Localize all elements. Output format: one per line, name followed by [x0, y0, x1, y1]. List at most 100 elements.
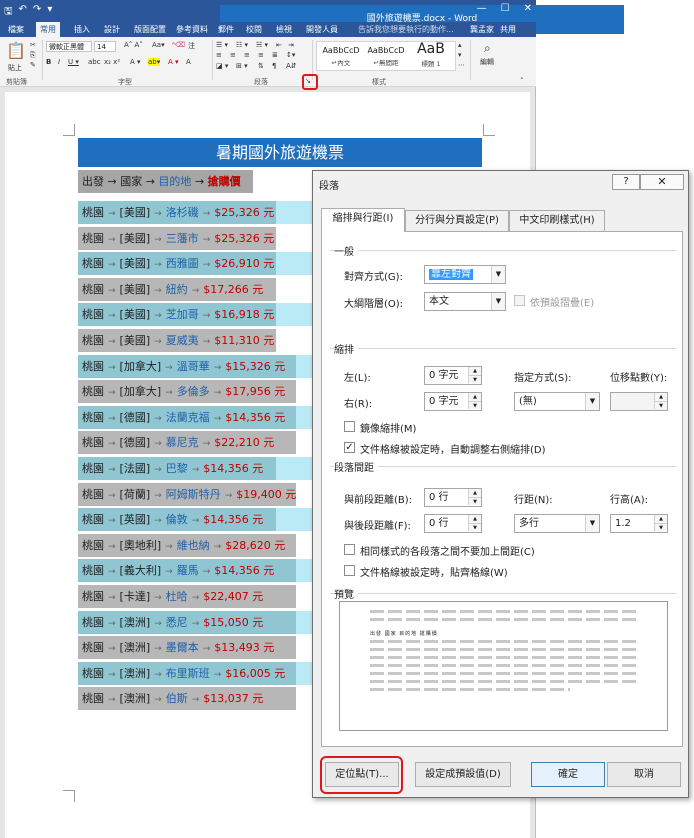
close-button[interactable]: ✕ — [524, 3, 532, 14]
spin-up-icon[interactable]: ▲ — [468, 489, 481, 497]
maximize-button[interactable]: ☐ — [501, 3, 510, 14]
highlight-icon[interactable]: ab▾ — [148, 58, 161, 66]
shading-icon[interactable]: ◪ ▾ — [216, 62, 228, 70]
tab-review[interactable]: 校閱 — [246, 24, 262, 35]
spin-up-icon[interactable]: ▲ — [468, 367, 481, 375]
tab-developer[interactable]: 開發人員 — [306, 24, 338, 35]
tab-view[interactable]: 檢視 — [276, 24, 292, 35]
tell-me-box[interactable]: 告訴我您想要執行的動作... — [358, 24, 454, 35]
spin-down-icon[interactable]: ▼ — [468, 375, 481, 383]
spin-down-icon[interactable]: ▼ — [468, 497, 481, 505]
line-spacing-icon[interactable]: ↕▾ — [286, 51, 295, 59]
spin-up-icon[interactable]: ▲ — [654, 515, 667, 523]
increase-indent-icon[interactable]: ⇥ — [288, 41, 294, 49]
align-left-icon[interactable]: ≡ — [216, 51, 222, 59]
spin-up-icon[interactable]: ▲ — [468, 393, 481, 401]
spin-up-icon[interactable]: ▲ — [468, 515, 481, 523]
spin-down-icon[interactable]: ▼ — [654, 401, 667, 409]
tab-mailings[interactable]: 郵件 — [218, 24, 234, 35]
sort-icon[interactable]: ⇅ — [258, 62, 264, 70]
save-icon[interactable]: 🖫 — [4, 4, 13, 21]
style-normal[interactable]: AaBbCcD ↵內文 — [319, 46, 363, 67]
redo-icon[interactable]: ↷ — [33, 4, 41, 21]
indent-right-spinner[interactable]: 0 字元 ▲ ▼ — [424, 392, 482, 411]
justify-icon[interactable]: ≡ — [258, 51, 264, 59]
line-spacing-select[interactable]: 多行 ▼ — [514, 514, 600, 533]
find-icon[interactable]: ⌕ — [484, 41, 491, 56]
collapse-ribbon-icon[interactable]: ˄ — [520, 77, 524, 85]
tab-layout[interactable]: 版面配置 — [134, 24, 166, 35]
tab-references[interactable]: 參考資料 — [176, 24, 208, 35]
multilevel-icon[interactable]: ☵ ▾ — [256, 41, 268, 49]
styles-more-icon[interactable]: ⋯ — [458, 61, 465, 69]
bold-icon[interactable]: B — [46, 58, 51, 66]
spin-down-icon[interactable]: ▼ — [468, 523, 481, 531]
indent-by-spinner[interactable]: ▲ ▼ — [610, 392, 668, 411]
styles-scroll-up-icon[interactable]: ▴ — [458, 41, 462, 49]
numbering-icon[interactable]: ☷ ▾ — [236, 41, 248, 49]
tab-indents-spacing[interactable]: 縮排與行距(I) — [321, 208, 405, 232]
tab-file[interactable]: 檔案 — [8, 24, 24, 35]
style-no-spacing[interactable]: AaBbCcD ↵無間距 — [364, 46, 408, 67]
italic-icon[interactable]: I — [58, 58, 60, 66]
tab-line-page-breaks[interactable]: 分行與分頁設定(P) — [405, 210, 509, 231]
borders-icon[interactable]: ⊞ ▾ — [236, 62, 248, 70]
spin-up-icon[interactable]: ▲ — [654, 393, 667, 401]
space-before-spinner[interactable]: 0 行 ▲ ▼ — [424, 488, 482, 507]
space-after-spinner[interactable]: 0 行 ▲ ▼ — [424, 514, 482, 533]
user-name[interactable]: 龔孟家 — [470, 24, 494, 35]
cut-icon[interactable]: ✂ — [30, 41, 36, 49]
phonetic-icon[interactable]: 注 — [188, 41, 195, 51]
snap-to-grid-checkbox[interactable] — [344, 565, 355, 576]
minimize-button[interactable]: — — [477, 3, 487, 14]
distributed-icon[interactable]: ≣ — [272, 51, 278, 59]
show-marks-icon[interactable]: ¶ — [272, 62, 276, 70]
alignment-select[interactable]: 靠左對齊 ▼ — [424, 265, 506, 284]
ok-button[interactable]: 確定 — [531, 762, 605, 787]
editing-button[interactable]: 編輯 — [480, 57, 494, 67]
set-as-default-button[interactable]: 設定成預設值(D) — [415, 762, 511, 787]
line-at-spinner[interactable]: 1.2 ▲ ▼ — [610, 514, 668, 533]
outline-level-select[interactable]: 本文 ▼ — [424, 292, 506, 311]
share-button[interactable]: 共用 — [500, 24, 516, 35]
tab-design[interactable]: 設計 — [104, 24, 120, 35]
font-size-combo[interactable]: 14 — [94, 41, 116, 52]
indent-left-spinner[interactable]: 0 字元 ▲ ▼ — [424, 366, 482, 385]
copy-icon[interactable]: ⎘ — [30, 51, 36, 60]
mirror-indents-checkbox[interactable] — [344, 421, 355, 432]
style-heading-1[interactable]: AaB 標題 1 — [409, 42, 453, 68]
strikethrough-icon[interactable]: abc — [88, 58, 101, 66]
paste-button-label[interactable]: 貼上 — [8, 63, 22, 73]
align-center-icon[interactable]: ≡ — [230, 51, 236, 59]
decrease-indent-icon[interactable]: ⇤ — [276, 41, 282, 49]
format-painter-icon[interactable]: ✎ — [30, 61, 36, 69]
underline-icon[interactable]: U ▾ — [68, 58, 79, 66]
collapsed-checkbox[interactable] — [514, 295, 525, 306]
font-name-combo[interactable]: 微軟正黑體 — [46, 41, 92, 52]
grow-font-icon[interactable]: A˄ A˅ — [124, 41, 143, 49]
asian-layout-icon[interactable]: A⇵ — [286, 62, 297, 70]
help-button[interactable]: ? — [612, 174, 640, 190]
font-color-icon[interactable]: A ▾ — [168, 58, 179, 66]
styles-scroll-down-icon[interactable]: ▾ — [458, 51, 462, 59]
tab-insert[interactable]: 插入 — [74, 24, 90, 35]
bullets-icon[interactable]: ☰ ▾ — [216, 41, 228, 49]
clear-format-icon[interactable]: ᴬ⌫ — [172, 41, 185, 49]
change-case-icon[interactable]: Aa▾ — [152, 41, 165, 49]
special-indent-select[interactable]: (無) ▼ — [514, 392, 600, 411]
text-effects-icon[interactable]: A ▾ — [130, 58, 141, 66]
subscript-icon[interactable]: x₂ x² — [104, 58, 120, 66]
char-border-icon[interactable]: A — [186, 58, 191, 66]
cancel-button[interactable]: 取消 — [607, 762, 681, 787]
auto-adjust-indent-checkbox[interactable]: ✓ — [344, 442, 355, 453]
no-space-same-style-checkbox[interactable] — [344, 544, 355, 555]
align-right-icon[interactable]: ≡ — [244, 51, 250, 59]
dialog-close-button[interactable]: ✕ — [640, 174, 684, 190]
tab-asian-typography[interactable]: 中文印刷樣式(H) — [509, 210, 605, 231]
spin-down-icon[interactable]: ▼ — [468, 401, 481, 409]
undo-icon[interactable]: ↶ — [19, 4, 27, 21]
tab-home[interactable]: 常用 — [36, 22, 60, 37]
paste-icon[interactable]: 📋 — [6, 41, 26, 60]
spin-down-icon[interactable]: ▼ — [654, 523, 667, 531]
customize-qat-icon[interactable]: ▾ — [47, 4, 52, 21]
